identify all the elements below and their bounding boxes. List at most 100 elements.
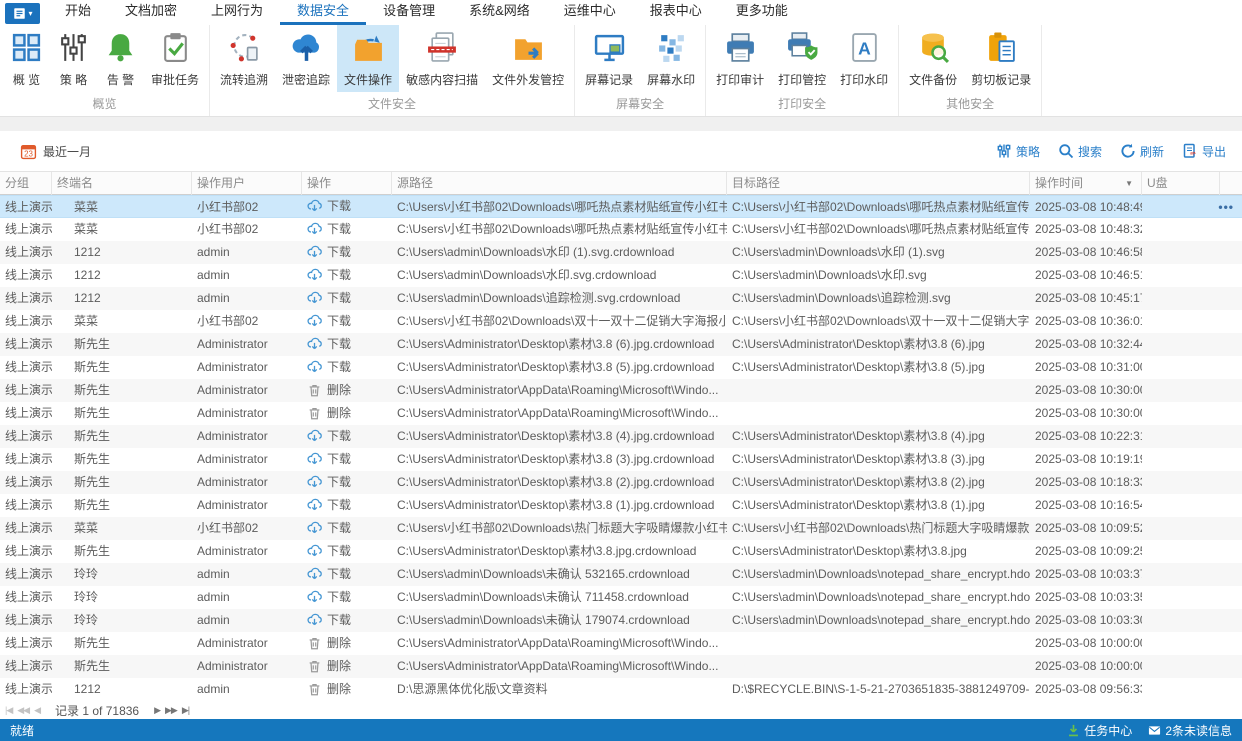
menu-tab-8[interactable]: 报表中心 <box>633 0 719 25</box>
table-row[interactable]: 线上演示斯先生Administrator删除C:\Users\Administr… <box>0 379 1242 402</box>
table-row[interactable]: 线上演示斯先生Administrator下载C:\Users\Administr… <box>0 471 1242 494</box>
table-row[interactable]: 线上演示1212admin下载C:\Users\admin\Downloads\… <box>0 287 1242 310</box>
menu-tab-1[interactable]: 开始 <box>48 0 108 25</box>
date-range-filter[interactable]: 23 最近一月 <box>20 143 91 160</box>
task-center-button[interactable]: 任务中心 <box>1067 722 1132 739</box>
pager-prev-page-button[interactable]: ◀◀ <box>17 705 29 716</box>
operation-label: 下载 <box>327 241 351 264</box>
cloud-download-icon <box>307 429 322 444</box>
ribbon-item-policy-sliders[interactable]: 策 略 <box>50 25 97 92</box>
column-header-src[interactable]: 源路径 <box>392 172 727 195</box>
search-button[interactable]: 搜索 <box>1058 143 1102 160</box>
table-row[interactable]: 线上演示1212admin删除D:\思源黑体优化版\文章资料D:\$RECYCL… <box>0 678 1242 701</box>
row-actions-menu[interactable]: ••• <box>1218 196 1234 219</box>
ribbon-item-approval-clipboard[interactable]: 审批任务 <box>144 25 206 92</box>
export-button[interactable]: 导出 <box>1182 143 1226 160</box>
ribbon-item-trace-flow[interactable]: 流转追溯 <box>213 25 275 92</box>
column-header-dst[interactable]: 目标路径 <box>727 172 1030 195</box>
cell-usb <box>1142 609 1220 632</box>
refresh-icon <box>1120 143 1136 159</box>
ribbon-item-sensitive-scan[interactable]: 敏感内容扫描 <box>399 25 485 92</box>
menu-tab-7[interactable]: 运维中心 <box>547 0 633 25</box>
ribbon-item-print-control[interactable]: 打印管控 <box>771 25 833 92</box>
unread-messages-button[interactable]: 2条未读信息 <box>1148 722 1232 739</box>
cell-dst: C:\Users\Administrator\Desktop\素材\3.8 (3… <box>727 448 1030 471</box>
pager-next-button[interactable]: ▶ <box>154 705 160 716</box>
table-row[interactable]: 线上演示斯先生Administrator删除C:\Users\Administr… <box>0 655 1242 678</box>
cell-op: 下载 <box>302 425 392 448</box>
column-header-usb[interactable]: U盘 <box>1142 172 1220 195</box>
svg-text:23: 23 <box>24 149 33 158</box>
cell-time: 2025-03-08 10:48:32 <box>1030 218 1142 241</box>
menu-tab-9[interactable]: 更多功能 <box>719 0 805 25</box>
cell-group: 线上演示 <box>0 655 52 678</box>
column-header-group[interactable]: 分组 <box>0 172 52 195</box>
screen-watermark-icon <box>655 31 688 67</box>
cell-dst: C:\Users\小红书部02\Downloads\哪吒热点素材贴纸宣传小红..… <box>727 196 1030 217</box>
table-row[interactable]: 线上演示斯先生Administrator下载C:\Users\Administr… <box>0 448 1242 471</box>
ribbon-item-overview-grid[interactable]: 概 览 <box>3 25 50 92</box>
pager-next-page-button[interactable]: ▶▶ <box>165 705 177 716</box>
refresh-button[interactable]: 刷新 <box>1120 143 1164 160</box>
ribbon-item-print-audit[interactable]: 打印审计 <box>709 25 771 92</box>
table-row[interactable]: 线上演示菜菜小红书部02下载C:\Users\小红书部02\Downloads\… <box>0 517 1242 540</box>
ribbon-item-file-outgoing[interactable]: 文件外发管控 <box>485 25 571 92</box>
ribbon-item-label: 审批任务 <box>151 71 199 88</box>
ribbon-item-print-watermark[interactable]: A打印水印 <box>833 25 895 92</box>
cell-src: C:\Users\Administrator\Desktop\素材\3.8 (6… <box>392 333 727 356</box>
table-row[interactable]: 线上演示斯先生Administrator删除C:\Users\Administr… <box>0 632 1242 655</box>
column-header-label: 操作时间 <box>1035 172 1083 195</box>
table-row[interactable]: 线上演示菜菜小红书部02下载C:\Users\小红书部02\Downloads\… <box>0 218 1242 241</box>
cell-src: C:\Users\admin\Downloads\追踪检测.svg.crdown… <box>392 287 727 310</box>
file-outgoing-icon <box>512 31 545 67</box>
policy-sliders-icon <box>57 31 90 67</box>
menu-tab-2[interactable]: 文档加密 <box>108 0 194 25</box>
table-row[interactable]: 线上演示菜菜小红书部02下载C:\Users\小红书部02\Downloads\… <box>0 195 1242 218</box>
ribbon-item-file-backup[interactable]: 文件备份 <box>902 25 964 92</box>
table-row[interactable]: 线上演示玲玲admin下载C:\Users\admin\Downloads\未确… <box>0 586 1242 609</box>
table-row[interactable]: 线上演示玲玲admin下载C:\Users\admin\Downloads\未确… <box>0 609 1242 632</box>
pager-first-button[interactable]: |◀ <box>5 705 12 716</box>
menu-tab-4[interactable]: 数据安全 <box>280 0 366 25</box>
cell-src: C:\Users\admin\Downloads\未确认 179074.crdo… <box>392 609 727 632</box>
cell-dst: C:\Users\admin\Downloads\notepad_share_e… <box>727 609 1030 632</box>
menu-tab-6[interactable]: 系统&网络 <box>452 0 547 25</box>
cell-dst: C:\Users\小红书部02\Downloads\双十一双十二促销大字海报..… <box>727 310 1030 333</box>
menu-tab-5[interactable]: 设备管理 <box>366 0 452 25</box>
column-header-terminal[interactable]: 终端名 <box>52 172 192 195</box>
ribbon-item-screen-record[interactable]: 屏幕记录 <box>578 25 640 92</box>
app-menu-button[interactable]: ▾ <box>5 3 40 24</box>
table-row[interactable]: 线上演示1212admin下载C:\Users\admin\Downloads\… <box>0 241 1242 264</box>
ribbon-item-clipboard-record[interactable]: 剪切板记录 <box>964 25 1038 92</box>
ribbon-item-alert-bell[interactable]: 告 警 <box>97 25 144 92</box>
cell-op: 下载 <box>302 241 392 264</box>
table-row[interactable]: 线上演示玲玲admin下载C:\Users\admin\Downloads\未确… <box>0 563 1242 586</box>
table-row[interactable]: 线上演示斯先生Administrator下载C:\Users\Administr… <box>0 494 1242 517</box>
table-row[interactable]: 线上演示斯先生Administrator下载C:\Users\Administr… <box>0 425 1242 448</box>
cell-terminal: 斯先生 <box>52 402 192 425</box>
column-header-time[interactable]: 操作时间 ▼ <box>1030 172 1142 195</box>
table-row[interactable]: 线上演示1212admin下载C:\Users\admin\Downloads\… <box>0 264 1242 287</box>
cell-time: 2025-03-08 10:09:25 <box>1030 540 1142 563</box>
cell-dst: C:\Users\小红书部02\Downloads\哪吒热点素材贴纸宣传小红..… <box>727 218 1030 241</box>
column-header-user[interactable]: 操作用户 <box>192 172 302 195</box>
cell-user: Administrator <box>192 494 302 517</box>
policy-button[interactable]: 策略 <box>996 143 1040 160</box>
cell-dst: C:\Users\Administrator\Desktop\素材\3.8 (1… <box>727 494 1030 517</box>
filter-dropdown-icon[interactable]: ▼ <box>1125 172 1136 195</box>
pager-last-button[interactable]: ▶| <box>182 705 189 716</box>
table-row[interactable]: 线上演示斯先生Administrator下载C:\Users\Administr… <box>0 540 1242 563</box>
table-row[interactable]: 线上演示斯先生Administrator删除C:\Users\Administr… <box>0 402 1242 425</box>
ribbon-item-leak-track-cloud[interactable]: 泄密追踪 <box>275 25 337 92</box>
column-header-op[interactable]: 操作 <box>302 172 392 195</box>
cell-op: 删除 <box>302 632 392 655</box>
table-row[interactable]: 线上演示斯先生Administrator下载C:\Users\Administr… <box>0 333 1242 356</box>
pager: |◀ ◀◀ ◀ 记录 1 of 71836 ▶ ▶▶ ▶| <box>0 701 1242 719</box>
ribbon-item-file-operation-folder[interactable]: 文件操作 <box>337 25 399 92</box>
pager-prev-button[interactable]: ◀ <box>34 705 40 716</box>
ribbon-item-screen-watermark[interactable]: 屏幕水印 <box>640 25 702 92</box>
table-row[interactable]: 线上演示斯先生Administrator下载C:\Users\Administr… <box>0 356 1242 379</box>
cell-src: C:\Users\小红书部02\Downloads\热门标题大字吸睛爆款小红书封… <box>392 517 727 540</box>
menu-tab-3[interactable]: 上网行为 <box>194 0 280 25</box>
table-row[interactable]: 线上演示菜菜小红书部02下载C:\Users\小红书部02\Downloads\… <box>0 310 1242 333</box>
